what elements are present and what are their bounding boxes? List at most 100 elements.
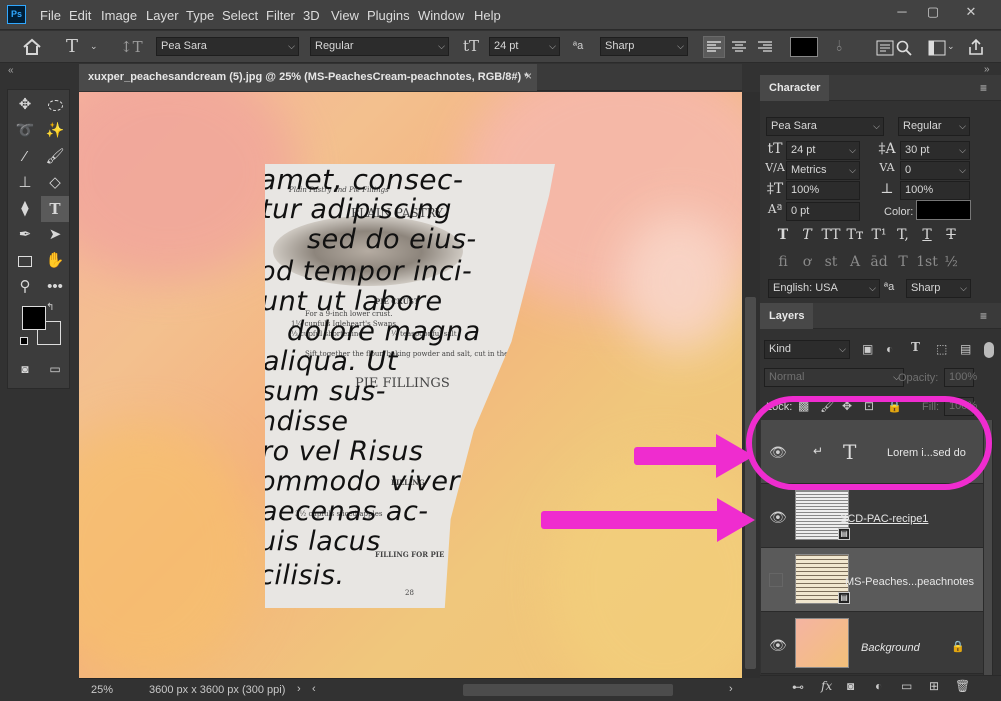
layer-name[interactable]: Background <box>861 642 920 654</box>
opacity-field[interactable]: 100% <box>944 368 977 387</box>
orientation-icon[interactable]: ↕T <box>120 38 143 56</box>
layer-row-peachnotes[interactable]: ▤ MS-Peaches...peachnotes <box>761 548 983 612</box>
link-layers-icon[interactable]: ⊷ <box>792 680 804 694</box>
horizontal-scrollbar-thumb[interactable] <box>463 684 673 696</box>
menu-image[interactable]: Image <box>101 8 137 23</box>
new-layer-icon[interactable]: ⊞ <box>929 679 939 693</box>
underline-button[interactable]: T <box>916 227 938 243</box>
layers-tab[interactable]: Layers <box>760 303 814 329</box>
new-group-icon[interactable]: ▭ <box>901 679 912 693</box>
screen-mode-icon[interactable]: ▭ <box>41 356 69 382</box>
paint-bucket-tool-icon[interactable]: ⧫ <box>11 196 39 222</box>
char-size-select[interactable]: 24 pt ⌵ <box>786 141 860 160</box>
home-icon[interactable] <box>22 38 42 56</box>
layer-name[interactable]: SCD-PAC-recipe1 <box>840 513 928 525</box>
panel-menu-icon[interactable]: ≡ <box>980 81 987 95</box>
font-size-select[interactable]: 24 pt ⌵ <box>489 37 560 56</box>
char-tracking-select[interactable]: 0 ⌵ <box>900 161 970 180</box>
character-panel-icon[interactable] <box>876 40 894 56</box>
menu-filter[interactable]: Filter <box>266 8 295 23</box>
menu-view[interactable]: View <box>331 8 359 23</box>
more-tools-icon[interactable]: ••• <box>41 274 69 300</box>
workspace-icon[interactable] <box>928 40 946 56</box>
eraser-tool-icon[interactable]: ◇ <box>41 170 69 196</box>
character-tab[interactable]: Character <box>760 75 830 101</box>
marquee-tool-icon[interactable] <box>41 92 69 118</box>
foreground-color-swatch[interactable] <box>22 306 46 330</box>
menu-plugins[interactable]: Plugins <box>367 8 410 23</box>
align-right-icon[interactable] <box>758 41 772 53</box>
swash-button[interactable]: st <box>820 254 842 270</box>
char-baseline-field[interactable]: 0 pt <box>786 202 860 221</box>
all-caps-button[interactable]: TT <box>820 227 842 243</box>
faux-bold-button[interactable]: T <box>772 227 794 243</box>
menu-help[interactable]: Help <box>474 8 501 23</box>
eyedropper-tool-icon[interactable]: ⁄ <box>11 144 39 170</box>
add-mask-icon[interactable]: ◙ <box>847 679 854 693</box>
adjustment-layer-icon[interactable]: ◐ <box>875 679 882 693</box>
strikethrough-button[interactable]: T <box>940 227 962 243</box>
visibility-toggle-off[interactable] <box>769 573 783 587</box>
filter-toggle[interactable] <box>984 342 994 358</box>
move-tool-icon[interactable]: ✥ <box>11 92 39 118</box>
brush-tool-icon[interactable]: 🖌 <box>41 144 69 170</box>
close-tab-icon[interactable]: × <box>525 69 532 83</box>
filter-shape-icon[interactable]: ⬚ <box>936 342 947 356</box>
ordinals-button[interactable]: 1st <box>916 254 938 270</box>
small-caps-button[interactable]: Tт <box>844 227 866 243</box>
close-window-button[interactable]: ✕ <box>961 4 981 20</box>
minimize-button[interactable]: ─ <box>892 4 912 20</box>
visibility-eye-icon[interactable]: 👁 <box>769 637 787 654</box>
menu-type[interactable]: Type <box>186 8 214 23</box>
font-family-select[interactable]: Pea Sara ⌵ <box>156 37 299 56</box>
blend-mode-select[interactable]: Normal ⌵ <box>764 368 904 387</box>
char-antialias-select[interactable]: Sharp ⌵ <box>906 279 971 298</box>
filter-pixel-icon[interactable]: ▣ <box>862 342 873 356</box>
faux-italic-button[interactable]: T <box>796 227 818 243</box>
zoom-level[interactable]: 25% <box>91 684 113 696</box>
layer-row-recipe[interactable]: 👁 ▤ SCD-PAC-recipe1 <box>761 484 983 548</box>
layer-name[interactable]: MS-Peaches...peachnotes <box>845 576 974 588</box>
menu-file[interactable]: File <box>40 8 61 23</box>
stamp-tool-icon[interactable]: ⊥ <box>11 170 39 196</box>
text-layer-content[interactable]: amet, consec- tur adipiscing sed do eius… <box>265 164 555 608</box>
scroll-left-arrow[interactable]: ‹ <box>312 683 316 695</box>
chevron-down-icon[interactable]: ⌄ <box>90 41 98 52</box>
document-tab[interactable]: xuxper_peachesandcream (5).jpg @ 25% (MS… <box>79 64 537 91</box>
menu-select[interactable]: Select <box>222 8 258 23</box>
subscript-button[interactable]: T, <box>892 227 914 243</box>
hand-tool-icon[interactable]: ✋ <box>41 248 69 274</box>
type-tool-preset-icon[interactable]: T <box>66 36 78 57</box>
quick-mask-icon[interactable]: ◙ <box>11 356 39 382</box>
text-color-swatch[interactable] <box>790 37 818 57</box>
warp-text-icon[interactable]: ⫰ <box>836 38 843 55</box>
char-hscale-field[interactable]: 100% <box>900 181 970 200</box>
fx-icon[interactable]: fx <box>821 679 832 693</box>
old-style-button[interactable]: ơ <box>796 254 818 270</box>
titling-button[interactable]: ād <box>868 254 890 270</box>
antialias-select[interactable]: Sharp ⌵ <box>600 37 688 56</box>
trash-icon[interactable]: 🗑 <box>955 679 970 693</box>
status-menu-arrow[interactable]: › <box>297 683 301 695</box>
language-select[interactable]: English: USA ⌵ <box>768 279 880 298</box>
scrollbar-thumb[interactable] <box>745 297 756 669</box>
document-canvas[interactable]: Plain Pastry and Pie Fillings PLAIN PAST… <box>79 92 742 678</box>
menu-window[interactable]: Window <box>418 8 464 23</box>
char-color-swatch[interactable] <box>916 200 971 220</box>
filter-type-icon[interactable]: T <box>911 340 920 354</box>
menu-edit[interactable]: Edit <box>69 8 91 23</box>
stylistic-button[interactable]: A <box>844 254 866 270</box>
align-center-icon[interactable] <box>732 41 746 53</box>
default-colors-icon[interactable] <box>20 337 28 345</box>
ligature-button[interactable]: fi <box>772 254 794 270</box>
search-icon[interactable] <box>896 40 912 56</box>
zoom-tool-icon[interactable]: ⚲ <box>11 274 39 300</box>
vertical-scrollbar[interactable] <box>742 92 760 678</box>
collapse-icon[interactable]: « <box>8 65 14 76</box>
char-vscale-field[interactable]: 100% <box>786 181 860 200</box>
scroll-right-arrow[interactable]: › <box>729 683 733 695</box>
rectangle-tool-icon[interactable] <box>11 248 39 274</box>
fractions-button[interactable]: ½ <box>940 254 962 270</box>
collapse-panels-icon[interactable]: » <box>984 64 990 75</box>
filter-adjustment-icon[interactable]: ◐ <box>886 342 893 356</box>
